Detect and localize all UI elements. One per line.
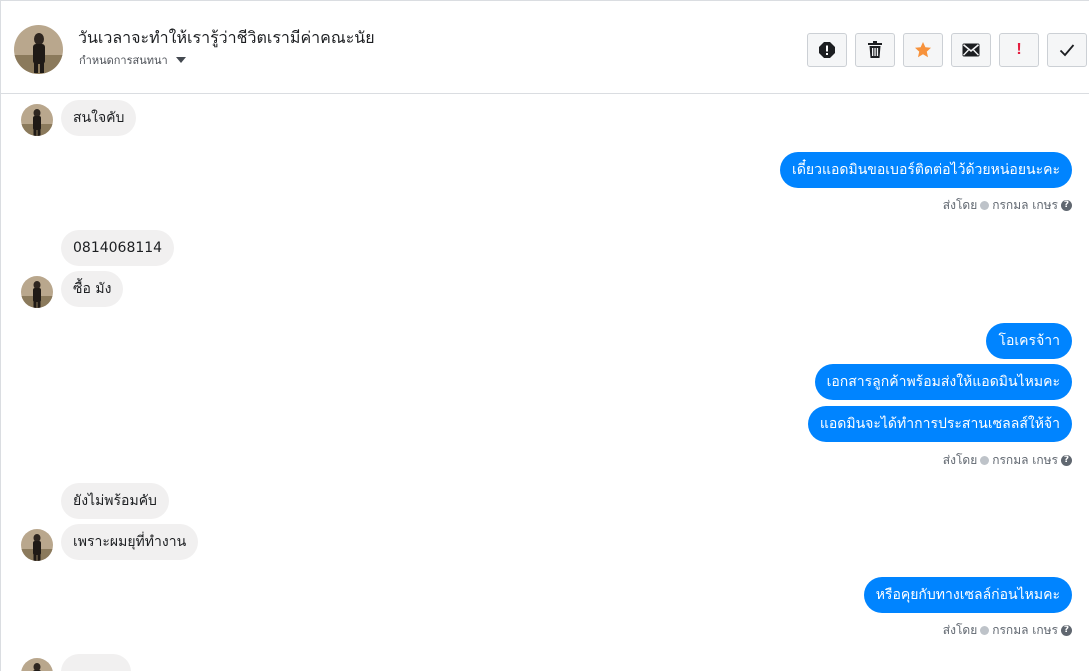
sent-by-info: ส่งโดย กรกมล เกษร ? [943,621,1072,640]
conversation-title: วันเวลาจะทำให้เรารู้ว่าชีวิตเรามีค่าคณะน… [78,28,375,47]
sender-avatar [21,276,53,308]
check-icon [1059,44,1075,57]
sender-avatar [21,104,53,136]
help-icon[interactable]: ? [1061,200,1072,211]
exclamation-icon: ! [1016,41,1022,58]
incoming-message: 0814068114 [61,230,175,266]
help-icon[interactable]: ? [1061,455,1072,466]
delete-button[interactable] [855,33,895,67]
star-button[interactable] [903,33,943,67]
mark-done-button[interactable] [1047,33,1087,67]
trash-icon [868,41,882,58]
outgoing-message: แอดมินจะได้ทำการประสานเซลลส์ให้จ้า [807,406,1072,442]
check-circle-icon [980,456,990,465]
star-icon [915,42,931,58]
outgoing-message: โอเครจ้าา [986,323,1072,359]
sent-by-label: ส่งโดย [942,453,978,467]
check-circle-icon [980,201,990,210]
conversation-options-label: กำหนดการสนทนา [79,54,168,67]
outgoing-message: หรือคุยกับทางเซลล์ก่อนไหมคะ [863,577,1072,613]
conversation-options-dropdown[interactable]: กำหนดการสนทนา [79,51,186,69]
sent-by-info: ส่งโดย กรกมล เกษร ? [943,451,1072,470]
outgoing-message: เดี๋ยวแอดมินขอเบอร์ติดต่อไว้ด้วยหน่อยนะค… [780,152,1072,188]
sent-by-info: ส่งโดย กรกมล เกษร ? [943,196,1072,215]
conversation-view: วันเวลาจะทำให้เรารู้ว่าชีวิตเรามีค่าคณะน… [0,0,1089,671]
incoming-message: สนใจคับ [61,100,137,136]
report-button[interactable] [807,33,847,67]
caret-down-icon [175,57,186,63]
sender-name[interactable]: กรกมล เกษร [992,621,1058,640]
report-icon [819,42,835,58]
sender-name[interactable]: กรกมล เกษร [992,451,1058,470]
help-icon[interactable]: ? [1061,625,1072,636]
header-actions: ! [807,33,1087,67]
incoming-message-partial [61,654,131,671]
message-thread: สนใจคับ เดี๋ยวแอดมินขอเบอร์ติดต่อไว้ด้วย… [1,94,1089,671]
incoming-message: ยังไม่พร้อมคับ [61,483,169,519]
mail-icon [962,43,980,57]
check-circle-icon [980,626,990,635]
incoming-message: ซื้อ มัง [61,271,124,307]
mark-spam-button[interactable]: ! [999,33,1039,67]
mail-button[interactable] [951,33,991,67]
incoming-message: เพราะผมยุที่ทำงาน [61,524,199,560]
sent-by-label: ส่งโดย [942,198,978,212]
outgoing-message: เอกสารลูกค้าพร้อมส่งให้แอดมินไหมคะ [814,364,1072,400]
sent-by-label: ส่งโดย [942,623,978,637]
contact-avatar[interactable] [14,25,63,74]
sender-name[interactable]: กรกมล เกษร [992,196,1058,215]
conversation-header: วันเวลาจะทำให้เรารู้ว่าชีวิตเรามีค่าคณะน… [1,0,1089,94]
sender-avatar [21,529,53,561]
sender-avatar [21,658,53,671]
